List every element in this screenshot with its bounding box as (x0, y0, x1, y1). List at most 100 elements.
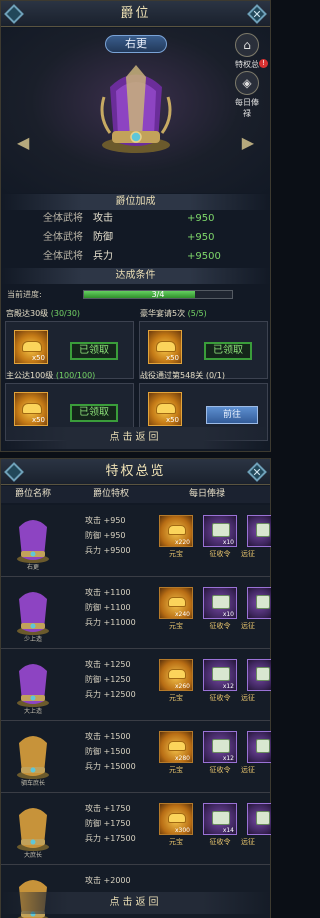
rank-crown-icon (17, 520, 49, 563)
task-title: 宫殿达30级 (6, 309, 49, 318)
gold-label: 元宝 (169, 550, 183, 558)
claimed-button[interactable]: 已领取 (70, 404, 118, 422)
table-row: 大庶长 攻击 +1750 防御 +1750 兵力 +17500 x300 元宝 x14 征收令… (1, 793, 271, 865)
back-label: 点击返回 (109, 897, 162, 908)
privilege-overview-panel: 特权总览 ✕ 爵位名称 爵位特权 每日俸禄 右更 攻击 +950 防御 +950 兵力… (0, 458, 271, 918)
expedition-label: 远征 (241, 838, 255, 846)
claimed-button[interactable]: 已领取 (204, 342, 252, 360)
gold-ingot-icon[interactable]: x240 (159, 587, 193, 619)
ticket-qty: x12 (222, 755, 234, 762)
progress-label: 当前进度: (7, 290, 42, 299)
troops-stat: 兵力 +12500 (85, 690, 136, 699)
rank-panel: 爵位 ✕ 右更 ◀ ▶ ⌂ 特权总览 ◈ 每日俸禄 ! 爵位加成 全体武将 攻击… (0, 0, 271, 452)
levy-order-icon[interactable]: x12 (203, 731, 237, 763)
task-title: 战役通过第548关 (140, 371, 204, 380)
task-progress: (100/100) (55, 371, 96, 380)
coin-bag-icon: ◈ (235, 71, 259, 95)
reward-qty: x50 (31, 354, 45, 362)
reward-qty: x50 (31, 416, 45, 424)
gold-ingot-icon[interactable]: x280 (159, 731, 193, 763)
gold-label: 元宝 (169, 694, 183, 702)
gold-ingot-icon[interactable]: x220 (159, 515, 193, 547)
rank-crown-icon (17, 664, 49, 707)
attack-stat: 攻击 +1750 (85, 804, 131, 813)
gold-label: 元宝 (169, 766, 183, 774)
troops-stat: 兵力 +17500 (85, 834, 136, 843)
back-button[interactable]: 点击返回 (1, 892, 270, 914)
ticket-label: 征收令 (209, 550, 231, 558)
levy-order-icon[interactable]: x10 (203, 515, 237, 547)
defense-stat: 防御 +1750 (85, 819, 131, 828)
ticket-label: 征收令 (209, 838, 231, 846)
defense-stat: 防御 +1250 (85, 675, 131, 684)
expedition-item-icon[interactable] (247, 731, 271, 763)
menu-corner-icon[interactable] (3, 461, 25, 483)
table-row: 右更 攻击 +950 防御 +950 兵力 +9500 x220 元宝 x10 征收令 远征 (1, 505, 271, 577)
gold-qty: x300 (174, 827, 190, 834)
privilege-header: 爵位特权 (93, 489, 130, 499)
task-progress: (5/5) (187, 309, 207, 318)
bonus-section-title: 爵位加成 (1, 194, 270, 210)
troops-stat: 兵力 +11000 (85, 618, 136, 627)
expedition-label: 远征 (241, 550, 255, 558)
attack-stat: 攻击 +1100 (85, 588, 131, 597)
gold-ingot-icon[interactable]: x50 (148, 330, 182, 364)
troops-stat: 兵力 +15000 (85, 762, 136, 771)
defense-stat: 防御 +1100 (85, 603, 131, 612)
back-button[interactable]: 点击返回 (1, 427, 270, 449)
go-button[interactable]: 前往 (206, 406, 258, 424)
reward-qty: x50 (165, 354, 179, 362)
task-progress: (30/30) (50, 309, 81, 318)
defense-stat: 防御 +1500 (85, 747, 131, 756)
claimed-button[interactable]: 已领取 (70, 342, 118, 360)
attack-stat: 攻击 +1500 (85, 732, 131, 741)
close-icon[interactable]: ✕ (246, 3, 268, 25)
expedition-item-icon[interactable] (247, 803, 271, 835)
rank-name: 大庶长 (23, 852, 42, 859)
expedition-item-icon[interactable] (247, 515, 271, 547)
salary-header: 每日俸禄 (189, 489, 226, 499)
rank-name: 驷车庶长 (20, 780, 45, 787)
expedition-label: 远征 (241, 766, 255, 774)
ticket-qty: x12 (222, 683, 234, 690)
gold-ingot-icon[interactable]: x50 (148, 392, 182, 426)
gold-qty: x220 (174, 539, 190, 546)
prev-rank-arrow-icon[interactable]: ◀ (17, 133, 29, 152)
attack-stat: 攻击 +2000 (85, 876, 131, 885)
back-label: 点击返回 (109, 432, 162, 443)
rank-name: 少上造 (23, 636, 42, 643)
panel-title: 爵位 (1, 1, 270, 27)
next-rank-arrow-icon[interactable]: ▶ (242, 133, 254, 152)
close-icon[interactable]: ✕ (246, 461, 268, 483)
levy-order-icon[interactable]: x10 (203, 587, 237, 619)
table-row: 少上造 攻击 +1100 防御 +1100 兵力 +11000 x240 元宝 x10 征收令… (1, 577, 271, 649)
levy-order-icon[interactable]: x12 (203, 659, 237, 691)
rank-crown-icon (17, 808, 49, 851)
reward-qty: x50 (165, 416, 179, 424)
expedition-label: 远征 (241, 622, 255, 630)
rank-crown-icon (17, 592, 49, 635)
expedition-item-icon[interactable] (247, 659, 271, 691)
menu-corner-icon[interactable] (3, 3, 25, 25)
progress-bar: 3/4 (83, 290, 233, 299)
gold-ingot-icon[interactable]: x300 (159, 803, 193, 835)
gold-qty: x280 (174, 755, 190, 762)
rank-name: 大上造 (23, 708, 42, 715)
notification-badge: ! (259, 59, 268, 68)
levy-order-icon[interactable]: x14 (203, 803, 237, 835)
gold-qty: x240 (174, 611, 190, 618)
condition-section-title: 达成条件 (1, 268, 270, 284)
gold-qty: x260 (174, 683, 190, 690)
table-row: 驷车庶长 攻击 +1500 防御 +1500 兵力 +15000 x280 元宝 x12 征收… (1, 721, 271, 793)
ticket-label: 征收令 (209, 694, 231, 702)
defense-stat: 防御 +950 (85, 531, 126, 540)
expedition-item-icon[interactable] (247, 587, 271, 619)
ticket-qty: x10 (222, 539, 234, 546)
daily-salary-button[interactable]: ◈ 每日俸禄 (232, 71, 262, 119)
task-progress: (0/1) (205, 371, 225, 380)
gold-ingot-icon[interactable]: x50 (14, 392, 48, 426)
gold-ingot-icon[interactable]: x260 (159, 659, 193, 691)
crown-icon (100, 65, 172, 153)
task-title: 主公达100级 (6, 371, 54, 380)
gold-ingot-icon[interactable]: x50 (14, 330, 48, 364)
